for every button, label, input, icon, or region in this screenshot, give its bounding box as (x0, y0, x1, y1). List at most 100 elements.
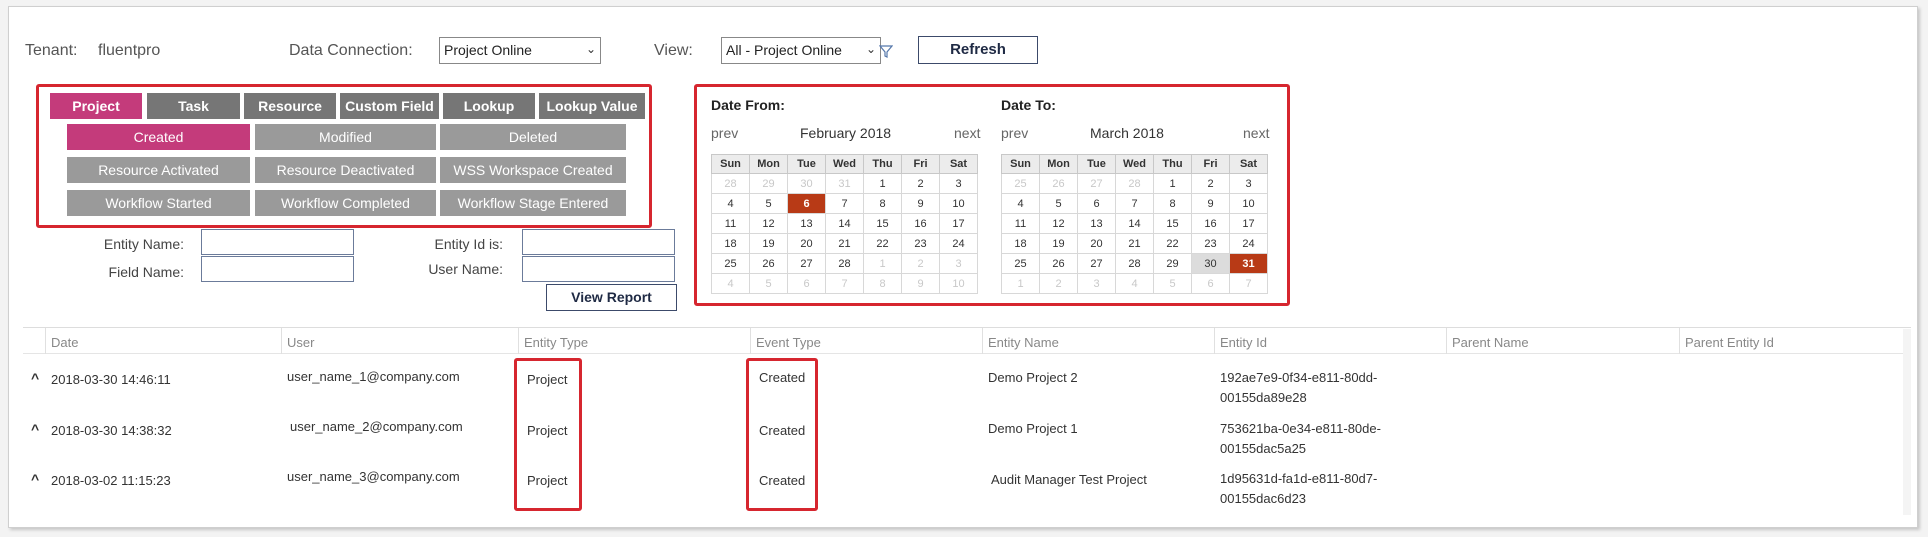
calendar-day[interactable]: 24 (1229, 233, 1268, 254)
calendar-day[interactable]: 21 (1115, 233, 1154, 254)
calendar-day[interactable]: 29 (1153, 253, 1192, 274)
calendar-day[interactable]: 26 (749, 253, 788, 274)
calendar-day[interactable]: 25 (1001, 173, 1040, 194)
vertical-scrollbar[interactable] (1903, 329, 1911, 515)
next-month-link[interactable]: next (954, 125, 980, 141)
calendar-day[interactable]: 3 (939, 173, 978, 194)
calendar-day[interactable]: 5 (1039, 193, 1078, 214)
calendar-day[interactable]: 20 (787, 233, 826, 254)
calendar-day[interactable]: 1 (1153, 173, 1192, 194)
calendar-day[interactable]: 3 (1229, 173, 1268, 194)
column-separator[interactable] (1446, 328, 1447, 354)
data-connection-select[interactable]: Project Online ⌄ (439, 37, 601, 64)
event-resource-activated-button[interactable]: Resource Activated (67, 157, 250, 183)
calendar-day[interactable]: 10 (939, 273, 978, 294)
tab-lookup-value[interactable]: Lookup Value (539, 93, 645, 119)
calendar-day[interactable]: 4 (711, 273, 750, 294)
column-header-event-type[interactable]: Event Type (756, 335, 821, 350)
event-wss-workspace-created-button[interactable]: WSS Workspace Created (440, 157, 626, 183)
calendar-day[interactable]: 6 (1191, 273, 1230, 294)
calendar-day[interactable]: 11 (1001, 213, 1040, 234)
expand-row-icon[interactable]: ^ (31, 370, 39, 386)
column-separator[interactable] (1214, 328, 1215, 354)
calendar-day[interactable]: 28 (1115, 253, 1154, 274)
calendar-day[interactable]: 6 (1077, 193, 1116, 214)
view-report-button[interactable]: View Report (546, 284, 677, 311)
column-separator[interactable] (281, 328, 282, 354)
column-separator[interactable] (982, 328, 983, 354)
calendar-day[interactable]: 4 (711, 193, 750, 214)
calendar-day[interactable]: 23 (1191, 233, 1230, 254)
calendar-day[interactable]: 28 (711, 173, 750, 194)
calendar-day[interactable]: 10 (939, 193, 978, 214)
calendar-day[interactable]: 6 (787, 273, 826, 294)
calendar-day[interactable]: 5 (749, 273, 788, 294)
calendar-day[interactable]: 15 (863, 213, 902, 234)
calendar-day[interactable]: 26 (1039, 253, 1078, 274)
calendar-day[interactable]: 22 (863, 233, 902, 254)
calendar-day[interactable]: 21 (825, 233, 864, 254)
field-name-input[interactable] (201, 256, 354, 282)
next-month-link[interactable]: next (1243, 125, 1269, 141)
calendar-day[interactable]: 9 (1191, 193, 1230, 214)
calendar-day[interactable]: 1 (863, 173, 902, 194)
calendar-day[interactable]: 17 (939, 213, 978, 234)
calendar-day[interactable]: 14 (1115, 213, 1154, 234)
column-header-parent-name[interactable]: Parent Name (1452, 335, 1529, 350)
calendar-day[interactable]: 7 (1229, 273, 1268, 294)
column-separator[interactable] (1679, 328, 1680, 354)
calendar-day[interactable]: 27 (787, 253, 826, 274)
calendar-day[interactable]: 1 (863, 253, 902, 274)
calendar-day[interactable]: 16 (901, 213, 940, 234)
tab-lookup[interactable]: Lookup (443, 93, 535, 119)
calendar-day[interactable]: 14 (825, 213, 864, 234)
filter-icon[interactable] (879, 45, 893, 58)
view-select[interactable]: All - Project Online ⌄ (721, 37, 881, 64)
table-row[interactable]: ^ 2018-03-30 14:38:32 user_name_2@company.… (23, 419, 1903, 467)
calendar-day[interactable]: 3 (1077, 273, 1116, 294)
entity-id-input[interactable] (522, 229, 675, 255)
refresh-button[interactable]: Refresh (918, 36, 1038, 64)
selected-day[interactable]: 6 (787, 193, 826, 214)
calendar-day[interactable]: 8 (1153, 193, 1192, 214)
calendar-day[interactable]: 22 (1153, 233, 1192, 254)
prev-month-link[interactable]: prev (1001, 125, 1028, 141)
expand-row-icon[interactable]: ^ (31, 471, 39, 487)
calendar-day[interactable]: 7 (825, 273, 864, 294)
calendar-day[interactable]: 2 (901, 173, 940, 194)
calendar-day[interactable]: 15 (1153, 213, 1192, 234)
calendar-day[interactable]: 4 (1115, 273, 1154, 294)
calendar-day[interactable]: 26 (1039, 173, 1078, 194)
calendar-day[interactable]: 18 (711, 233, 750, 254)
selected-day[interactable]: 31 (1229, 253, 1268, 274)
event-resource-deactivated-button[interactable]: Resource Deactivated (255, 157, 436, 183)
column-header-entity-name[interactable]: Entity Name (988, 335, 1059, 350)
calendar-day[interactable]: 31 (825, 173, 864, 194)
tab-task[interactable]: Task (147, 93, 240, 119)
calendar-day[interactable]: 18 (1001, 233, 1040, 254)
calendar-day[interactable]: 28 (1115, 173, 1154, 194)
calendar-day[interactable]: 27 (1077, 173, 1116, 194)
calendar-day[interactable]: 8 (863, 193, 902, 214)
calendar-day[interactable]: 13 (787, 213, 826, 234)
calendar-day[interactable]: 29 (749, 173, 788, 194)
event-deleted-button[interactable]: Deleted (440, 124, 626, 150)
table-row[interactable]: ^ 2018-03-30 14:46:11 user_name_1@company.… (23, 368, 1903, 416)
calendar-day[interactable]: 7 (825, 193, 864, 214)
event-workflow-stage-entered-button[interactable]: Workflow Stage Entered (440, 190, 626, 216)
calendar-day[interactable]: 19 (749, 233, 788, 254)
entity-name-input[interactable] (201, 229, 354, 255)
calendar-day[interactable]: 17 (1229, 213, 1268, 234)
calendar-day[interactable]: 20 (1077, 233, 1116, 254)
event-modified-button[interactable]: Modified (255, 124, 436, 150)
calendar-day[interactable]: 13 (1077, 213, 1116, 234)
column-header-entity-id[interactable]: Entity Id (1220, 335, 1267, 350)
event-workflow-completed-button[interactable]: Workflow Completed (255, 190, 436, 216)
calendar-day[interactable]: 30 (1191, 253, 1230, 274)
calendar-day[interactable]: 3 (939, 253, 978, 274)
table-row[interactable]: ^ 2018-03-02 11:15:23 user_name_3@company.… (23, 469, 1903, 517)
prev-month-link[interactable]: prev (711, 125, 738, 141)
calendar-day[interactable]: 19 (1039, 233, 1078, 254)
calendar-day[interactable]: 2 (1191, 173, 1230, 194)
calendar-day[interactable]: 16 (1191, 213, 1230, 234)
